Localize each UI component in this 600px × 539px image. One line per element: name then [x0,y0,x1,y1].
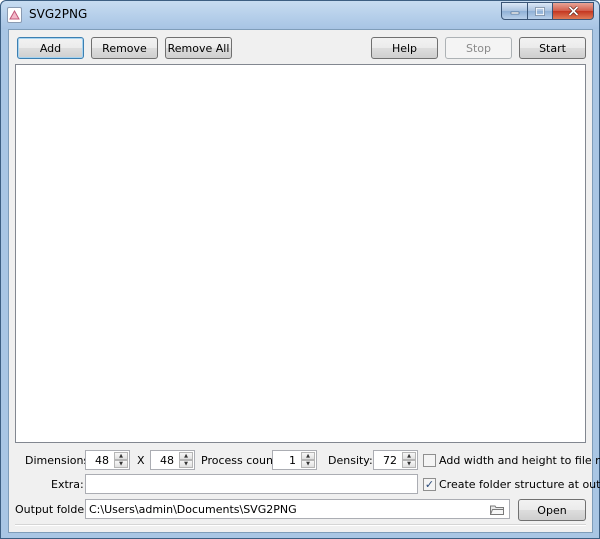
extra-label: Extra: [51,478,84,491]
x-separator-label: X [137,454,145,467]
process-count-spinner-arrows[interactable]: ▲ ▼ [301,452,315,468]
help-button[interactable]: Help [371,37,438,59]
process-count-spinner[interactable]: 1 ▲ ▼ [272,450,317,470]
height-spinner-arrows[interactable]: ▲ ▼ [179,452,193,468]
title-bar[interactable]: SVG2PNG [1,1,599,29]
process-count-value: 1 [289,454,296,467]
app-window: SVG2PNG Add Remove Remove All Help Stop … [0,0,600,539]
add-wh-checkbox[interactable] [423,454,436,467]
height-value: 48 [160,454,174,467]
stop-button[interactable]: Stop [445,37,512,59]
density-spinner-arrows[interactable]: ▲ ▼ [402,452,416,468]
spin-up-icon[interactable]: ▲ [402,452,416,460]
maximize-icon [535,6,545,16]
spin-down-icon[interactable]: ▼ [402,460,416,468]
extra-input[interactable] [85,474,418,494]
spin-down-icon[interactable]: ▼ [114,460,128,468]
width-spinner-arrows[interactable]: ▲ ▼ [114,452,128,468]
bottom-separator [15,524,586,526]
minimize-icon [510,11,519,15]
remove-button[interactable]: Remove [91,37,158,59]
density-spinner[interactable]: 72 ▲ ▼ [373,450,418,470]
add-wh-label[interactable]: Add width and height to file name [439,454,600,467]
spin-down-icon[interactable]: ▼ [301,460,315,468]
maximize-button[interactable] [527,2,553,20]
output-folder-input[interactable]: C:\Users\admin\Documents\SVG2PNG [85,499,510,519]
process-count-label: Process count: [201,454,281,467]
output-folder-label: Output folder: [15,503,93,516]
check-icon: ✓ [424,478,435,491]
spin-up-icon[interactable]: ▲ [301,452,315,460]
spin-up-icon[interactable]: ▲ [179,452,193,460]
add-button[interactable]: Add [17,37,84,59]
spin-down-icon[interactable]: ▼ [179,460,193,468]
density-label: Density: [328,454,373,467]
width-value: 48 [95,454,109,467]
remove-all-button[interactable]: Remove All [165,37,232,59]
window-title: SVG2PNG [29,7,88,21]
minimize-button[interactable] [501,2,528,20]
close-icon [567,6,579,16]
create-folder-checkbox[interactable]: ✓ [423,478,436,491]
height-spinner[interactable]: 48 ▲ ▼ [150,450,195,470]
svg-file-icon [7,7,22,23]
width-spinner[interactable]: 48 ▲ ▼ [85,450,130,470]
dimensions-label: Dimensions: [25,454,93,467]
close-button[interactable] [552,2,594,20]
folder-icon[interactable] [490,504,504,515]
create-folder-label[interactable]: Create folder structure at output [439,478,600,491]
density-value: 72 [383,454,397,467]
spin-up-icon[interactable]: ▲ [114,452,128,460]
file-list[interactable] [15,64,586,443]
open-button[interactable]: Open [518,499,586,521]
output-folder-value: C:\Users\admin\Documents\SVG2PNG [89,503,297,516]
start-button[interactable]: Start [519,37,586,59]
client-area: Add Remove Remove All Help Stop Start Di… [8,29,600,533]
